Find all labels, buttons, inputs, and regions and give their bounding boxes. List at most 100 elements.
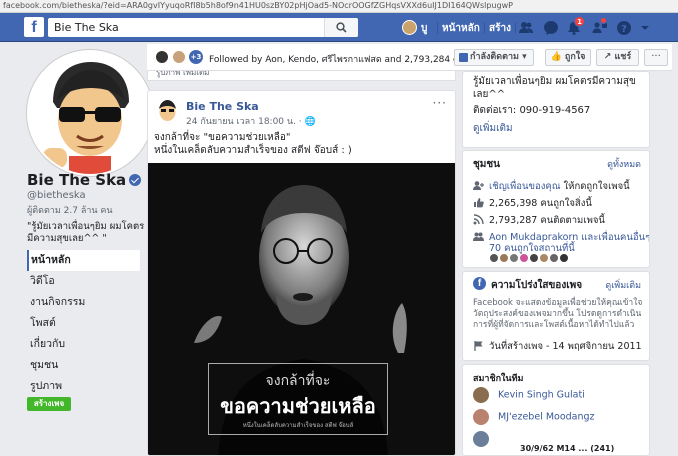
user-name-link[interactable]: บู bbox=[421, 21, 427, 36]
likes-count-text: 2,265,398 คนถูกใจสิ่งนี้ bbox=[489, 198, 592, 209]
member-name[interactable]: Kevin Singh Gulati bbox=[498, 390, 585, 401]
member-row[interactable] bbox=[473, 431, 498, 447]
friend-avatar[interactable] bbox=[509, 253, 519, 263]
like-button[interactable]: 👍 ถูกใจ bbox=[545, 49, 591, 66]
invite-friends-link[interactable]: เชิญเพื่อนของคุณ bbox=[489, 181, 561, 192]
caption-small-text: จงกล้าที่จะ bbox=[265, 373, 331, 389]
share-button[interactable]: ↗ แชร์ bbox=[596, 49, 639, 66]
member-row[interactable]: MJ'ezebel Moodangz bbox=[473, 409, 595, 425]
notification-badge: 1 bbox=[574, 16, 585, 27]
community-card: ชุมชน ดูทั้งหมด เชิญเพื่อนของคุณ ให้กดถู… bbox=[462, 150, 650, 268]
nav-item-events[interactable]: งานกิจกรรม bbox=[27, 292, 140, 313]
post-author-avatar[interactable] bbox=[154, 97, 181, 124]
member-avatar[interactable] bbox=[473, 431, 489, 447]
page-transparency-card: f ความโปร่งใสของเพจ ดูเพิ่มเติม Facebook… bbox=[462, 271, 650, 361]
more-followers-count[interactable]: +3 bbox=[189, 50, 203, 64]
create-page-button[interactable]: สร้างเพจ bbox=[27, 397, 71, 411]
transparency-see-more-link[interactable]: ดูเพิ่มเติม bbox=[605, 278, 641, 292]
friend-requests-icon[interactable] bbox=[518, 20, 534, 36]
facebook-circle-icon: f bbox=[473, 277, 486, 290]
user-avatar[interactable] bbox=[402, 20, 417, 35]
post-timestamp[interactable]: 24 กันยายน เวลา 18:00 น. · 🌐 bbox=[186, 114, 316, 128]
follows-count-text: 2,793,287 คนติดตามเพจนี้ bbox=[489, 215, 605, 226]
caption-tiny-text: หนึ่งในเคล็ดลับความสำเร็จของ สตีฟ จ๊อบส์ bbox=[242, 422, 354, 429]
follows-row: 2,793,287 คนติดตามเพจนี้ bbox=[473, 213, 605, 228]
member-avatar[interactable] bbox=[473, 387, 489, 403]
invite-friends-row: เชิญเพื่อนของคุณ ให้กดถูกใจเพจนี้ bbox=[473, 179, 630, 194]
friend-avatar[interactable] bbox=[559, 253, 569, 263]
nav-item-about[interactable]: เกี่ยวกับ bbox=[27, 334, 140, 355]
community-title: ชุมชน bbox=[473, 159, 501, 170]
page-handle[interactable]: @bietheska bbox=[27, 190, 86, 201]
friend-avatar[interactable] bbox=[519, 253, 529, 263]
transparency-description: Facebook จะแสดงข้อมูลเพื่อช่วยให้คุณเข้า… bbox=[473, 298, 643, 330]
friend-avatar[interactable] bbox=[499, 253, 509, 263]
friend-avatar[interactable] bbox=[539, 253, 549, 263]
home-link[interactable]: หน้าหลัก bbox=[442, 21, 480, 36]
team-members-card: สมาชิกในทีม Kevin Singh Gulati MJ'ezebel… bbox=[462, 364, 650, 456]
account-menu-caret-icon[interactable] bbox=[640, 20, 650, 36]
facebook-logo-icon[interactable]: f bbox=[24, 17, 44, 37]
more-options-button[interactable]: ··· bbox=[644, 49, 668, 66]
invite-suffix-text: ให้กดถูกใจเพจนี้ bbox=[563, 181, 630, 192]
nav-item-videos[interactable]: วิดีโอ bbox=[27, 271, 140, 292]
rss-follow-icon bbox=[473, 214, 484, 225]
flag-icon bbox=[473, 340, 484, 351]
search-button[interactable] bbox=[324, 18, 358, 37]
page-name-text: Bie The Ska bbox=[27, 171, 127, 189]
friend-avatar[interactable] bbox=[549, 253, 559, 263]
member-row[interactable]: Kevin Singh Gulati bbox=[473, 387, 585, 403]
chat-bar-snippet[interactable]: 30/9/62 M14 ... (241) bbox=[520, 444, 614, 453]
header-divider bbox=[484, 22, 485, 34]
about-card: รู้มัยเวลาเพื่อนๆยิม ผมโคตรมีความสุข เลย… bbox=[462, 71, 650, 148]
nav-item-community[interactable]: ชุมชน bbox=[27, 355, 140, 376]
friends-icon bbox=[473, 231, 484, 242]
post-text-line: หนึ่งในเคล็ดลับความสำเร็จของ สตีฟ จ๊อบส์… bbox=[154, 145, 352, 156]
cartoon-avatar-image bbox=[29, 52, 151, 174]
follower-avatar[interactable] bbox=[155, 50, 169, 64]
browser-address-bar[interactable]: facebook.com/bietheska/?eid=ARA0gvIYyuqo… bbox=[0, 0, 678, 13]
page-scrollbar[interactable] bbox=[672, 42, 678, 456]
post-image[interactable]: จงกล้าที่จะ ขอความช่วยเหลือ หนึ่งในเคล็ด… bbox=[148, 163, 455, 455]
previous-post-text: รูปภาพ เพิ่มเติม bbox=[156, 71, 210, 77]
member-name[interactable]: MJ'ezebel Moodangz bbox=[498, 412, 595, 423]
profile-picture[interactable] bbox=[27, 50, 153, 176]
invite-icon bbox=[473, 180, 484, 191]
follower-count: ผู้ติดตาม 2.7 ล้าน คน bbox=[27, 206, 113, 216]
about-see-more-link[interactable]: ดูเพิ่มเติม bbox=[473, 121, 513, 136]
search-input[interactable]: Bie The Ska bbox=[54, 21, 119, 34]
post-text-line: จงกล้าที่จะ "ขอความช่วยเหลือ" bbox=[154, 132, 291, 143]
post-options-button[interactable]: ··· bbox=[433, 96, 447, 110]
url-text[interactable]: facebook.com/bietheska/?eid=ARA0gvIYyuqo… bbox=[3, 1, 513, 10]
following-button[interactable]: กำลังติดตาม ▾ bbox=[454, 49, 534, 66]
caption-big-text: ขอความช่วยเหลือ bbox=[220, 394, 376, 418]
search-box[interactable]: Bie The Ska bbox=[48, 18, 358, 37]
share-label: แชร์ bbox=[614, 52, 632, 62]
nav-item-photos[interactable]: รูปภาพ bbox=[27, 376, 140, 397]
help-icon[interactable]: ? bbox=[616, 20, 632, 36]
pages-dot-badge bbox=[600, 17, 607, 24]
created-date-text: วันที่สร้างเพจ - 14 พฤศจิกายน 2011 bbox=[489, 341, 642, 352]
friend-avatar[interactable] bbox=[489, 253, 499, 263]
member-avatar[interactable] bbox=[473, 409, 489, 425]
followed-by-text: Followed by Aon, Kendo, ศรีไพรกาแฟสด and… bbox=[209, 55, 482, 65]
friends-avatars bbox=[489, 253, 569, 266]
create-link[interactable]: สร้าง bbox=[489, 21, 511, 36]
search-icon bbox=[336, 22, 347, 33]
nav-item-home[interactable]: หน้าหลัก bbox=[27, 250, 140, 271]
community-see-all-link[interactable]: ดูทั้งหมด bbox=[607, 157, 641, 171]
header-divider bbox=[437, 22, 438, 34]
nav-item-posts[interactable]: โพสต์ bbox=[27, 313, 140, 334]
friend-avatar[interactable] bbox=[529, 253, 539, 263]
page-bio: "รู้มัยเวลาเพื่อนๆยิม ผมโคตรมีความสุขเลย… bbox=[27, 221, 145, 244]
following-label: กำลังติดตาม bbox=[470, 52, 519, 62]
transparency-title: ความโปร่งใสของเพจ bbox=[491, 280, 583, 291]
svg-text:?: ? bbox=[621, 24, 627, 35]
follower-avatar[interactable] bbox=[172, 50, 186, 64]
contact-phone: ติดต่อเรา: 090-919-4567 bbox=[473, 105, 591, 116]
mini-cartoon-icon bbox=[154, 97, 181, 124]
post-body: จงกล้าที่จะ "ขอความช่วยเหลือ" หนึ่งในเคล… bbox=[154, 131, 450, 157]
messenger-icon[interactable] bbox=[543, 20, 559, 36]
post-author-name[interactable]: Bie The Ska bbox=[186, 100, 259, 113]
likes-row: 2,265,398 คนถูกใจสิ่งนี้ bbox=[473, 196, 592, 211]
